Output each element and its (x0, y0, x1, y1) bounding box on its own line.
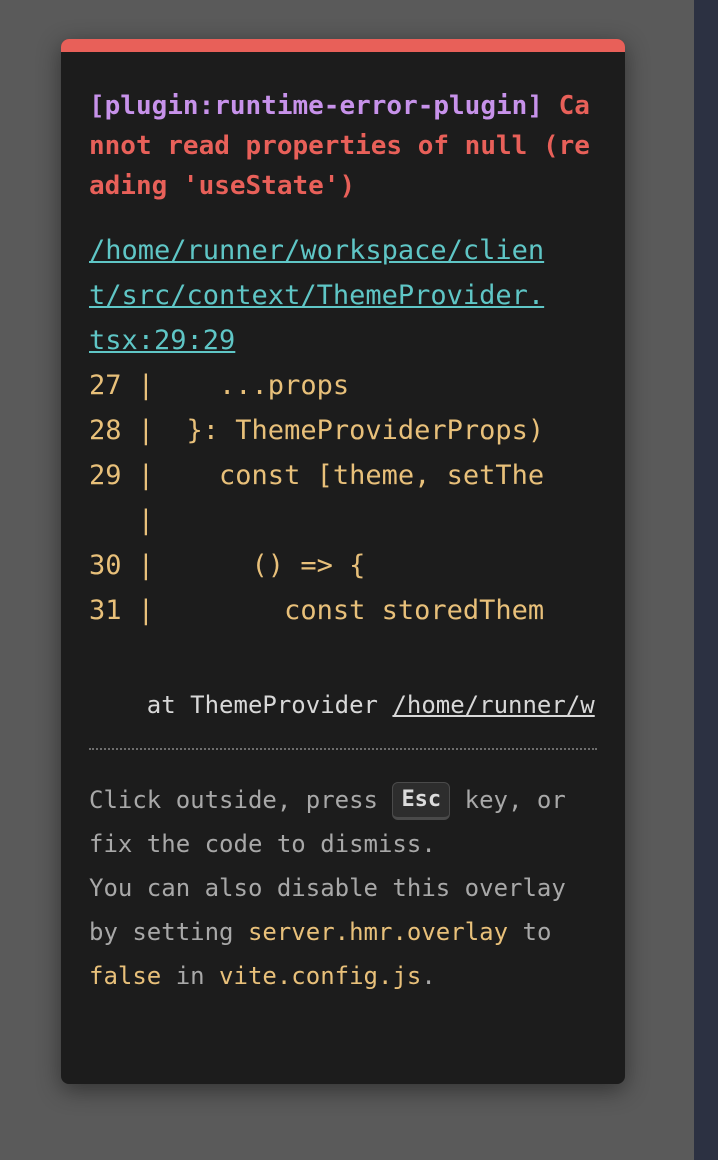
tip-text: to (508, 918, 552, 946)
code-frame-line: 28 | }: ThemeProviderProps) (89, 415, 545, 446)
tip-text: . (421, 962, 436, 990)
divider (89, 748, 597, 750)
background-strip (694, 0, 718, 1160)
tip-text: Click outside, press (89, 786, 393, 814)
overlay-content: [plugin:runtime-error-plugin] Cannot rea… (89, 52, 597, 998)
config-code: server.hmr.overlay (247, 918, 509, 946)
error-accent-bar (61, 39, 625, 52)
esc-key: Esc (392, 782, 451, 820)
error-message: [plugin:runtime-error-plugin] Cannot rea… (89, 86, 597, 206)
file-link-line: tsx:29:29 (89, 325, 236, 356)
code-frame-line: 27 | ...props (89, 370, 350, 401)
file-link-line: /home/runner/workspace/clien (89, 235, 545, 266)
config-value: false (89, 962, 162, 990)
code-frame-line: 30 | () => { (89, 550, 366, 581)
stack-trace: at ThemeProvider /home/runner/w (89, 685, 597, 725)
file-link-line: t/src/context/ThemeProvider. (89, 280, 545, 311)
config-file: vite.config.js (219, 962, 422, 990)
error-file-link[interactable]: /home/runner/workspace/clien t/src/conte… (89, 228, 597, 363)
error-overlay: [plugin:runtime-error-plugin] Cannot rea… (61, 39, 625, 1084)
code-frame-line: 31 | const storedThem (89, 595, 545, 626)
tip-text: in (161, 962, 220, 990)
code-frame: 27 | ...props 28 | }: ThemeProviderProps… (89, 363, 597, 633)
stack-prefix: at ThemeProvider (89, 691, 393, 719)
plugin-name: [plugin:runtime-error-plugin] (89, 91, 543, 121)
dismiss-tip: Click outside, press Esc key, or fix the… (89, 778, 597, 998)
code-frame-line: 29 | const [theme, setThe (89, 460, 545, 491)
code-frame-line: | (89, 505, 155, 536)
stack-file-link[interactable]: /home/runner/w (392, 691, 594, 719)
